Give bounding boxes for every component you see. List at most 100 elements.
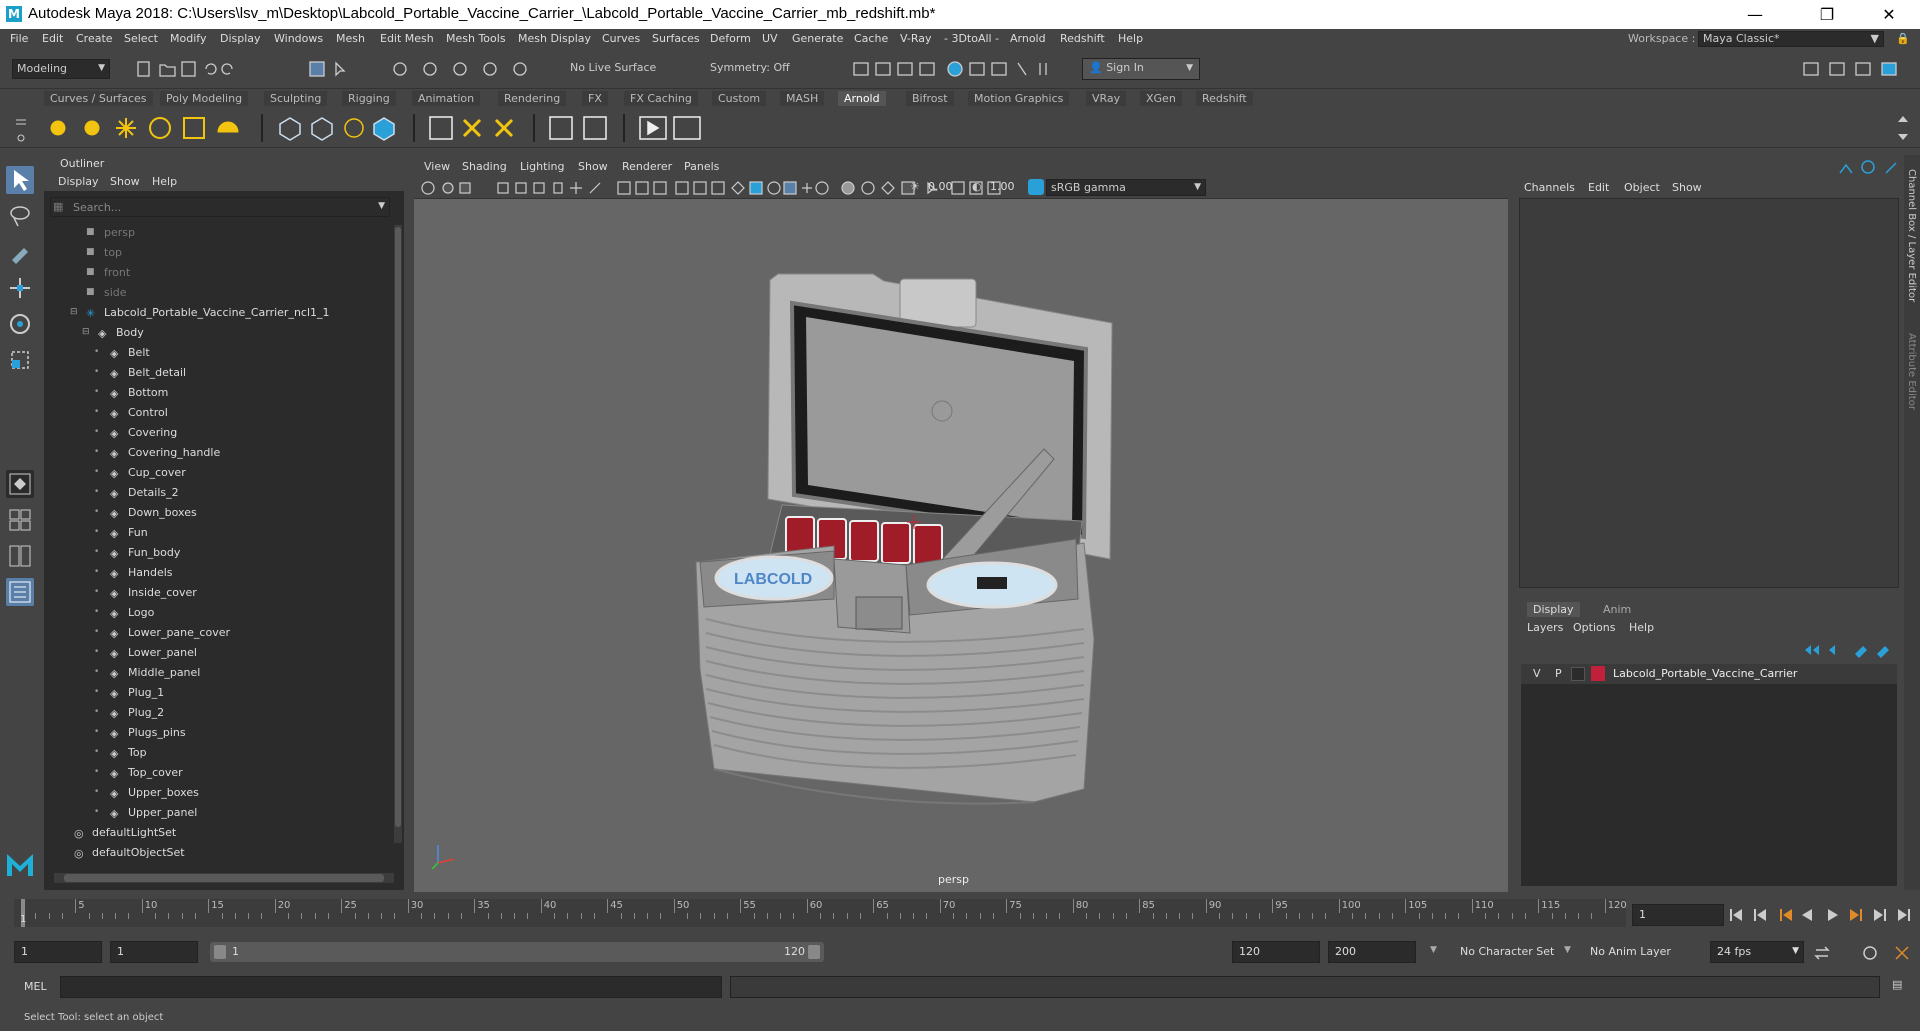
- single-perspective-layout-button[interactable]: [6, 470, 34, 498]
- outliner-item[interactable]: • ◈ Belt_detail: [44, 363, 394, 383]
- menu-vray[interactable]: V-Ray: [900, 32, 932, 45]
- outliner-item[interactable]: • ◈ Handels: [44, 563, 394, 583]
- outliner-menu-display[interactable]: Display: [58, 175, 99, 188]
- range-start-handle[interactable]: [214, 945, 226, 959]
- layer-reference-toggle[interactable]: [1571, 667, 1585, 681]
- range-end-handle[interactable]: [808, 945, 820, 959]
- outliner-item[interactable]: ⊟ ◈ Body: [44, 323, 394, 343]
- outliner-item[interactable]: • ◈ Control: [44, 403, 394, 423]
- shelf-tab-arnold[interactable]: Arnold: [838, 91, 886, 106]
- menu-display[interactable]: Display: [220, 32, 261, 45]
- viewport-menu-shading[interactable]: Shading: [462, 160, 507, 173]
- shelf-tab-xgen[interactable]: XGen: [1140, 91, 1182, 106]
- outliner-camera-item[interactable]: ■ side: [44, 283, 394, 303]
- exposure-field[interactable]: 0.00: [928, 180, 953, 193]
- shelf-tab-sculpting[interactable]: Sculpting: [264, 91, 328, 106]
- menu-generate[interactable]: Generate: [792, 32, 843, 45]
- workspace-toggle-icons[interactable]: [1800, 59, 1910, 79]
- layer-row[interactable]: V P Labcold_Portable_Vaccine_Carrier: [1521, 664, 1897, 684]
- paint-select-tool-button[interactable]: [6, 238, 34, 266]
- maximize-icon[interactable]: ❐: [1804, 2, 1850, 28]
- viewport-menu-view[interactable]: View: [424, 160, 450, 173]
- expand-toggle-icon[interactable]: ⊟: [82, 327, 94, 339]
- viewport-menu-show[interactable]: Show: [578, 160, 608, 173]
- scene-start-field[interactable]: 1: [14, 941, 102, 963]
- command-input[interactable]: [60, 976, 722, 998]
- viewport-menu-renderer[interactable]: Renderer: [622, 160, 672, 173]
- range-bar[interactable]: 1 120: [210, 942, 824, 962]
- sign-in-button[interactable]: 👤 Sign In ▼: [1082, 58, 1200, 80]
- layer-color-swatch[interactable]: [1591, 666, 1605, 681]
- colorspace-dropdown[interactable]: sRGB gamma ▼: [1046, 179, 1206, 196]
- menu-select[interactable]: Select: [124, 32, 158, 45]
- channels-menu-show[interactable]: Show: [1672, 181, 1702, 194]
- outliner-item[interactable]: • ◈ Fun_body: [44, 543, 394, 563]
- layer-tab-display[interactable]: Display: [1527, 602, 1580, 617]
- shelf-tab-custom[interactable]: Custom: [712, 91, 767, 106]
- shelf-tab-bifrost[interactable]: Bifrost: [906, 91, 954, 106]
- side-tab-attribute-editor[interactable]: Attribute Editor: [1906, 333, 1917, 410]
- menu-help[interactable]: Help: [1118, 32, 1143, 45]
- channels-menu-object[interactable]: Object: [1624, 181, 1660, 194]
- panel-header-icons[interactable]: [1838, 159, 1902, 175]
- lasso-tool-button[interactable]: [6, 202, 34, 230]
- anim-layer-field[interactable]: No Anim Layer: [1590, 945, 1671, 958]
- viewport-menu-panels[interactable]: Panels: [684, 160, 719, 173]
- playback-controls[interactable]: [1728, 907, 1918, 923]
- outliner-camera-item[interactable]: ■ top: [44, 243, 394, 263]
- character-set-field[interactable]: No Character Set: [1460, 945, 1554, 958]
- outliner-item[interactable]: ⊟ ✳ Labcold_Portable_Vaccine_Carrier_ncl1_…: [44, 303, 394, 323]
- fps-dropdown[interactable]: 24 fps ▼: [1710, 941, 1804, 963]
- outliner-item[interactable]: • ◈ Plug_2: [44, 703, 394, 723]
- outliner-item[interactable]: • ◈ Covering_handle: [44, 443, 394, 463]
- outliner-menu-show[interactable]: Show: [110, 175, 140, 188]
- outliner-menu-help[interactable]: Help: [152, 175, 177, 188]
- playback-end-field[interactable]: 120: [1232, 941, 1320, 963]
- playback-start-field[interactable]: 1: [110, 941, 198, 963]
- outliner-item[interactable]: • ◈ Bottom: [44, 383, 394, 403]
- rotate-tool-button[interactable]: [6, 310, 34, 338]
- outliner-search-box[interactable]: ▦ Search... ▼: [50, 197, 390, 217]
- two-view-layout-button[interactable]: [6, 542, 34, 570]
- statusline-icons[interactable]: [130, 59, 570, 79]
- close-icon[interactable]: ✕: [1866, 2, 1912, 28]
- outliner-item[interactable]: • ◈ Cup_cover: [44, 463, 394, 483]
- gamma-field[interactable]: 1.00: [990, 180, 1015, 193]
- menu-mesh-display[interactable]: Mesh Display: [518, 32, 591, 45]
- time-slider[interactable]: 5 10 15 20 25 30 35 40 45 50 55 60 65 70 75 80 85 90 95 100…: [0, 895, 1920, 935]
- outliner-item[interactable]: • ◈ Inside_cover: [44, 583, 394, 603]
- outliner-item[interactable]: • ◈ Logo: [44, 603, 394, 623]
- menu-arnold[interactable]: Arnold: [1010, 32, 1046, 45]
- minimize-icon[interactable]: —: [1732, 2, 1778, 28]
- viewport-3d[interactable]: LABCOLD persp: [414, 199, 1508, 892]
- shelf-tab-curves-surfaces[interactable]: Curves / Surfaces: [44, 91, 153, 106]
- outliner-item[interactable]: • ◈ Details_2: [44, 483, 394, 503]
- outliner-layout-button[interactable]: [6, 578, 34, 606]
- layer-name[interactable]: Labcold_Portable_Vaccine_Carrier: [1613, 667, 1797, 680]
- script-language-label[interactable]: MEL: [24, 980, 47, 993]
- outliner-item[interactable]: • ◈ Lower_panel: [44, 643, 394, 663]
- shelf-scroll-icon[interactable]: [1896, 112, 1910, 144]
- color-management-icon[interactable]: [1028, 179, 1044, 195]
- character-set-dropdown-icon[interactable]: ▼: [1430, 945, 1437, 955]
- render-icons[interactable]: [850, 59, 1070, 79]
- layer-tab-anim[interactable]: Anim: [1597, 602, 1637, 617]
- shelf-menu-icon[interactable]: [14, 114, 28, 144]
- shelf-tab-fx-caching[interactable]: FX Caching: [624, 91, 698, 106]
- layer-action-icons[interactable]: [1803, 642, 1893, 658]
- outliner-item[interactable]: • ◈ Top: [44, 743, 394, 763]
- shelf-tab-poly-modeling[interactable]: Poly Modeling: [160, 91, 249, 106]
- outliner-item[interactable]: • ◈ Upper_panel: [44, 803, 394, 823]
- menu-mesh[interactable]: Mesh: [336, 32, 365, 45]
- menu-cache[interactable]: Cache: [854, 32, 888, 45]
- outliner-item[interactable]: • ◈ Top_cover: [44, 763, 394, 783]
- live-surface-field[interactable]: No Live Surface: [566, 59, 666, 79]
- channels-menu-edit[interactable]: Edit: [1588, 181, 1609, 194]
- scene-end-field[interactable]: 200: [1328, 941, 1416, 963]
- menu-file[interactable]: File: [10, 32, 28, 45]
- shelf-tab-animation[interactable]: Animation: [412, 91, 481, 106]
- outliner-item[interactable]: • ◈ Middle_panel: [44, 663, 394, 683]
- outliner-item[interactable]: • ◈ Lower_pane_cover: [44, 623, 394, 643]
- menu-windows[interactable]: Windows: [274, 32, 323, 45]
- outliner-camera-item[interactable]: ■ front: [44, 263, 394, 283]
